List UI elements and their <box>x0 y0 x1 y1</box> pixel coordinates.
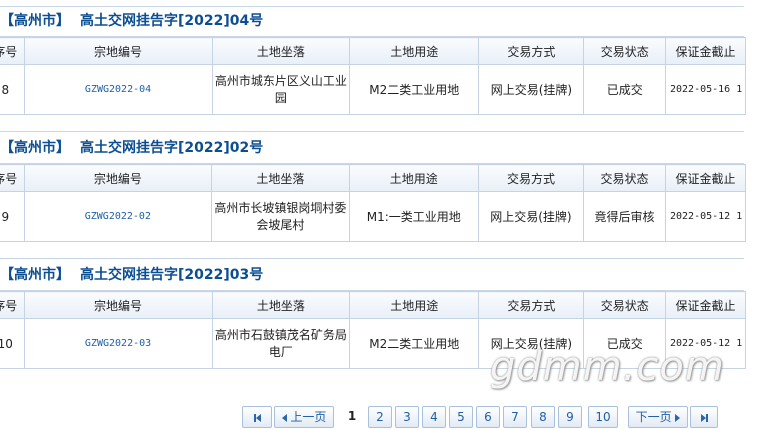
section-notice-link[interactable]: 高土交网挂告字[2022]03号 <box>80 267 263 283</box>
prev-page-label: 上一页 <box>290 410 327 424</box>
cell-seq: 8 <box>0 64 25 115</box>
cell-method: 网上交易(挂牌) <box>477 191 584 242</box>
listing-table: 序号 宗地编号 土地坐落 土地用途 交易方式 交易状态 保证金截止 8 GZWG… <box>0 37 747 115</box>
col-header-seq: 序号 <box>0 164 25 192</box>
cell-status: 竟得后审核 <box>582 191 667 242</box>
table-row: 8 GZWG2022-04 高州市城东片区义山工业园 M2二类工业用地 网上交易… <box>0 64 747 115</box>
page-link[interactable]: 10 <box>588 406 618 428</box>
col-header-seq: 序号 <box>0 37 25 65</box>
first-page-icon <box>253 410 261 424</box>
cell-location: 高州市长坡镇银岗垌村委会坡尾村 <box>211 191 350 242</box>
section-city: 【高州市】 <box>0 13 70 29</box>
cell-deadline: 2022-05-12 1 <box>665 191 746 242</box>
section-notice-link[interactable]: 高土交网挂告字[2022]02号 <box>80 140 263 156</box>
page-link[interactable]: 8 <box>531 406 555 428</box>
col-header-deadline: 保证金截止 <box>664 291 747 319</box>
col-header-method: 交易方式 <box>478 291 585 319</box>
cell-use: M1:一类工业用地 <box>348 191 479 242</box>
cell-method: 网上交易(挂牌) <box>478 64 585 115</box>
col-header-status: 交易状态 <box>583 37 666 65</box>
col-header-use: 土地用途 <box>349 37 480 65</box>
page-link[interactable]: 5 <box>449 406 473 428</box>
first-page-button[interactable] <box>242 406 272 428</box>
table-row: 9 GZWG2022-02 高州市长坡镇银岗垌村委会坡尾村 M1:一类工业用地 … <box>0 191 746 242</box>
table-header-row: 序号 宗地编号 土地坐落 土地用途 交易方式 交易状态 保证金截止 <box>0 291 747 319</box>
section-title: 【高州市】 高土交网挂告字[2022]03号 <box>0 262 744 288</box>
page-link[interactable]: 3 <box>395 406 419 428</box>
col-header-status: 交易状态 <box>583 291 666 319</box>
page-link[interactable]: 6 <box>476 406 500 428</box>
cell-code-link[interactable]: GZWG2022-03 <box>23 318 213 369</box>
page-link[interactable]: 2 <box>368 406 392 428</box>
col-header-location: 土地坐落 <box>211 37 351 65</box>
cell-seq: 9 <box>0 191 25 242</box>
col-header-seq: 序号 <box>0 291 25 319</box>
col-header-code: 宗地编号 <box>23 37 213 65</box>
col-header-status: 交易状态 <box>582 164 667 192</box>
last-page-icon <box>700 410 708 424</box>
page-link[interactable]: 9 <box>558 406 582 428</box>
col-header-location: 土地坐落 <box>211 164 350 192</box>
section-title: 【高州市】 高土交网挂告字[2022]02号 <box>0 135 744 161</box>
next-page-button[interactable]: 下一页 <box>628 406 688 428</box>
cell-status: 已成交 <box>583 64 666 115</box>
page-link[interactable]: 4 <box>422 406 446 428</box>
col-header-method: 交易方式 <box>477 164 584 192</box>
cell-location: 高州市城东片区义山工业园 <box>211 64 351 115</box>
cell-use: M2二类工业用地 <box>349 64 480 115</box>
page-link[interactable]: 7 <box>503 406 527 428</box>
cell-deadline: 2022-05-16 1 <box>664 64 747 115</box>
col-header-use: 土地用途 <box>349 291 480 319</box>
page-current: 1 <box>347 409 357 423</box>
section-city: 【高州市】 <box>0 267 70 283</box>
section-top-divider <box>0 131 744 132</box>
col-header-code: 宗地编号 <box>23 164 213 192</box>
col-header-code: 宗地编号 <box>23 291 213 319</box>
cell-code-link[interactable]: GZWG2022-02 <box>23 191 213 242</box>
top-divider <box>0 6 744 7</box>
section-notice-link[interactable]: 高土交网挂告字[2022]04号 <box>80 13 263 29</box>
col-header-location: 土地坐落 <box>211 291 351 319</box>
chevron-left-icon <box>281 413 287 422</box>
section-top-divider <box>0 258 744 259</box>
chevron-right-icon <box>675 413 681 422</box>
prev-page-button[interactable]: 上一页 <box>274 406 334 428</box>
next-page-label: 下一页 <box>635 410 672 424</box>
watermark: gdmm.com <box>490 344 725 390</box>
col-header-deadline: 保证金截止 <box>664 37 747 65</box>
last-page-button[interactable] <box>690 406 718 428</box>
cell-use: M2二类工业用地 <box>349 318 480 369</box>
section-city: 【高州市】 <box>0 140 70 156</box>
table-header-row: 序号 宗地编号 土地坐落 土地用途 交易方式 交易状态 保证金截止 <box>0 37 747 65</box>
cell-seq: 10 <box>0 318 25 369</box>
cell-code-link[interactable]: GZWG2022-04 <box>23 64 213 115</box>
table-header-row: 序号 宗地编号 土地坐落 土地用途 交易方式 交易状态 保证金截止 <box>0 164 746 192</box>
cell-location: 高州市石鼓镇茂名矿务局电厂 <box>211 318 351 369</box>
section-title: 【高州市】 高土交网挂告字[2022]04号 <box>0 8 744 34</box>
col-header-method: 交易方式 <box>478 37 585 65</box>
col-header-deadline: 保证金截止 <box>665 164 746 192</box>
col-header-use: 土地用途 <box>348 164 479 192</box>
listing-table: 序号 宗地编号 土地坐落 土地用途 交易方式 交易状态 保证金截止 9 GZWG… <box>0 164 746 242</box>
pagination: 上一页 1 2 3 4 5 6 7 8 9 10 下一页 <box>0 406 760 428</box>
